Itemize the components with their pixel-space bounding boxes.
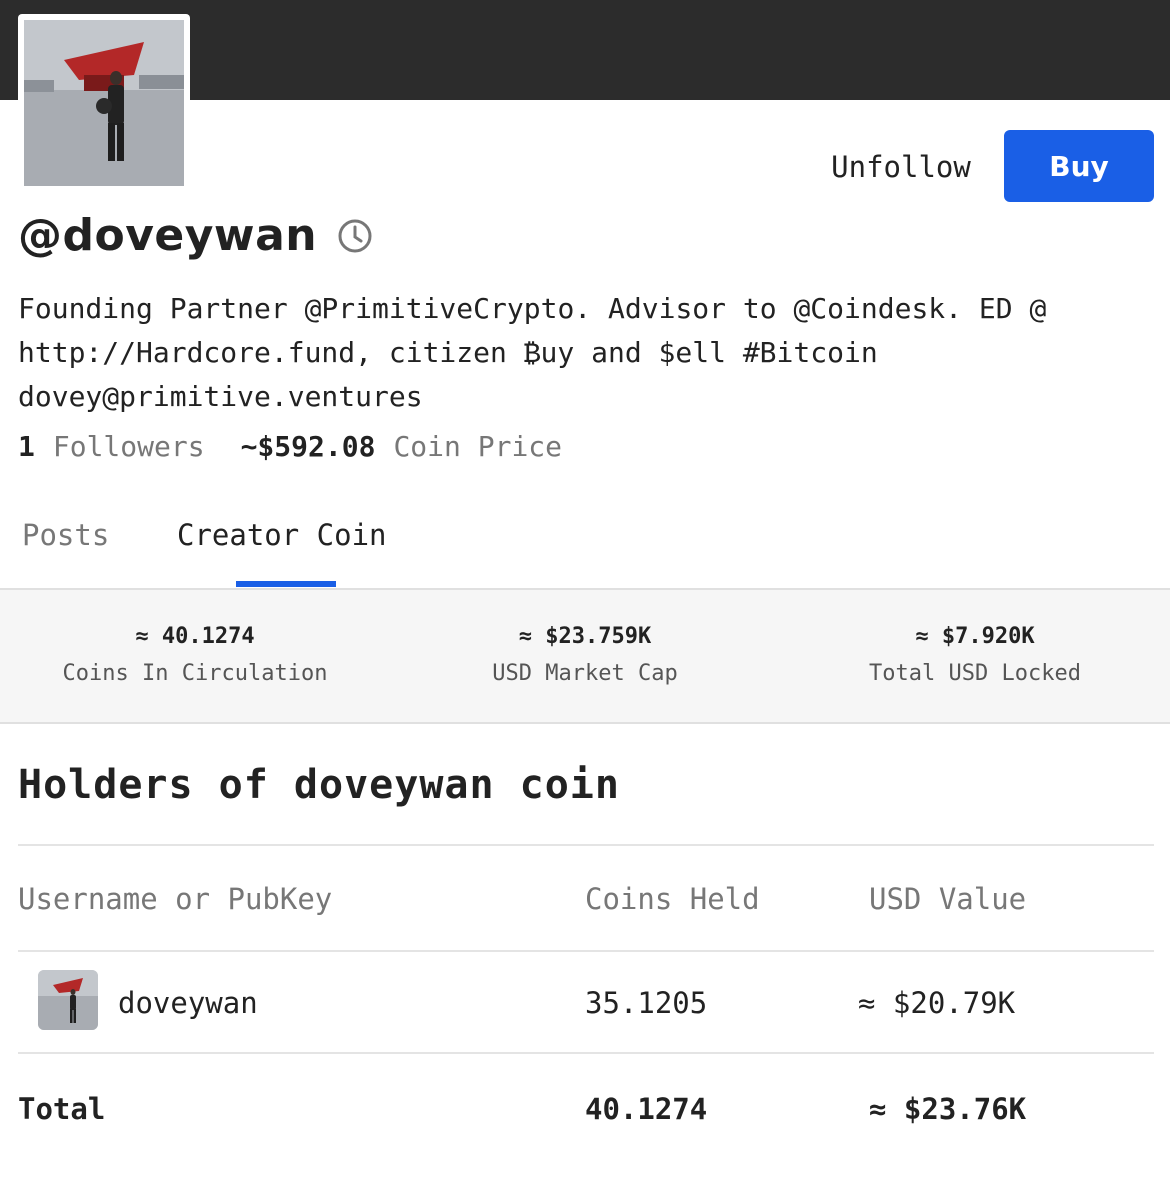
- bio-line: http://Hardcore.fund, citizen ₿uy and $e…: [18, 336, 878, 369]
- active-tab-indicator: [236, 581, 336, 587]
- profile-bio: Founding Partner @PrimitiveCrypto. Advis…: [18, 287, 1158, 419]
- holder-usd-value: ≈ $20.79K: [858, 986, 1016, 1020]
- holders-title: Holders of doveywan coin: [18, 762, 620, 808]
- stat-value: ≈ $23.759K: [518, 624, 652, 649]
- stat-label: Coins In Circulation: [62, 661, 328, 686]
- holder-username[interactable]: doveywan: [118, 986, 258, 1020]
- clock-icon[interactable]: [337, 218, 373, 254]
- followers-count: 1: [18, 430, 35, 463]
- table-header: Username or PubKey Coins Held USD Value: [18, 844, 1154, 950]
- column-header-usd-value: USD Value: [869, 882, 1027, 916]
- holder-avatar[interactable]: [38, 970, 98, 1030]
- followers-label[interactable]: Followers: [53, 430, 205, 463]
- total-label: Total: [18, 1092, 106, 1126]
- holder-coins-held: 35.1205: [585, 986, 708, 1020]
- stat-total-usd-locked: ≈ $7.920K Total USD Locked: [780, 590, 1170, 722]
- stat-label: Total USD Locked: [869, 661, 1081, 686]
- avatar-photo: [24, 20, 184, 186]
- stat-value: ≈ 40.1274: [135, 624, 255, 649]
- bio-line: Founding Partner @PrimitiveCrypto. Advis…: [18, 292, 1047, 325]
- holders-table: Username or PubKey Coins Held USD Value …: [18, 844, 1154, 1162]
- bio-line: dovey@primitive.ventures: [18, 380, 423, 413]
- tab-posts[interactable]: Posts: [22, 518, 109, 552]
- coin-stats-bar: ≈ 40.1274 Coins In Circulation ≈ $23.759…: [0, 590, 1170, 724]
- column-header-username: Username or PubKey: [18, 882, 333, 916]
- profile-avatar: [18, 14, 190, 186]
- username-row: @doveywan: [18, 210, 373, 261]
- stat-usd-market-cap: ≈ $23.759K USD Market Cap: [390, 590, 780, 722]
- buy-button[interactable]: Buy: [1004, 130, 1154, 202]
- stat-label: USD Market Cap: [492, 661, 678, 686]
- total-usd: ≈ $23.76K: [869, 1092, 1027, 1126]
- coin-price-label: Coin Price: [393, 430, 563, 463]
- column-header-coins-held: Coins Held: [585, 882, 760, 916]
- table-row[interactable]: doveywan 35.1205 ≈ $20.79K: [18, 950, 1154, 1052]
- profile-tabs: Posts Creator Coin: [0, 500, 1170, 590]
- coin-price-value: ~$592.08: [240, 430, 376, 463]
- table-total-row: Total 40.1274 ≈ $23.76K: [18, 1052, 1154, 1162]
- total-coins: 40.1274: [585, 1092, 708, 1126]
- profile-stats: 1 Followers ~$592.08 Coin Price: [18, 430, 562, 463]
- stat-coins-in-circulation: ≈ 40.1274 Coins In Circulation: [0, 590, 390, 722]
- stat-value: ≈ $7.920K: [915, 624, 1035, 649]
- unfollow-button[interactable]: Unfollow: [812, 140, 990, 194]
- tab-creator-coin[interactable]: Creator Coin: [177, 518, 387, 552]
- profile-username: @doveywan: [18, 210, 318, 261]
